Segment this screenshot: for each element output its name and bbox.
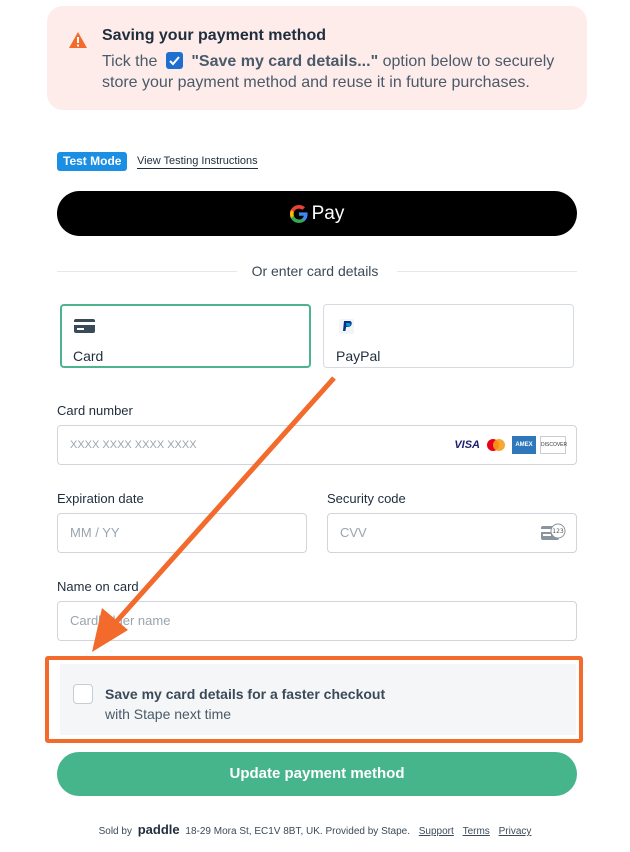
payment-method-paypal[interactable]: PayPal (323, 304, 574, 368)
footer-terms-link[interactable]: Terms (463, 826, 490, 837)
payment-method-card[interactable]: Card (60, 304, 311, 368)
expiration-placeholder: MM / YY (70, 525, 120, 540)
google-g-icon (289, 204, 308, 223)
divider-text: Or enter card details (0, 263, 630, 279)
footer-sold-by: Sold by (98, 826, 132, 837)
google-pay-button[interactable]: Pay (57, 191, 577, 236)
card-brand-logos: VISA AMEX DISCOVER (454, 436, 567, 454)
save-card-subtitle: with Stape next time (105, 706, 232, 722)
expiration-date-input[interactable]: MM / YY (57, 513, 307, 553)
payment-method-paypal-label: PayPal (336, 348, 381, 364)
google-pay-label: Pay (311, 202, 345, 224)
card-number-input[interactable]: XXXX XXXX XXXX XXXX VISA AMEX DISCOVER (57, 425, 577, 465)
amex-logo-icon: AMEX (512, 436, 536, 454)
discover-logo-icon: DISCOVER (540, 436, 567, 454)
mastercard-logo-icon (487, 439, 505, 451)
notice-title: Saving your payment method (102, 27, 327, 44)
checkbox-checked-icon (165, 52, 183, 69)
security-code-input[interactable]: CVV 123 (327, 513, 577, 553)
view-testing-instructions-link[interactable]: View Testing Instructions (137, 155, 258, 169)
footer: Sold by paddle 18-29 Mora St, EC1V 8BT, … (0, 822, 630, 837)
card-number-label: Card number (57, 403, 133, 418)
security-code-label: Security code (327, 491, 406, 506)
test-mode-badge: Test Mode (57, 152, 128, 171)
credit-card-icon (74, 319, 95, 333)
payment-method-card-label: Card (73, 348, 104, 364)
card-number-placeholder: XXXX XXXX XXXX XXXX (70, 439, 197, 451)
notice-prefix: Tick the (102, 53, 158, 70)
save-card-highlight: Save my card details for a faster checko… (45, 656, 583, 743)
save-payment-notice: Saving your payment method Tick the "Sav… (47, 6, 587, 110)
cvv-card-icon: 123 (541, 523, 566, 540)
save-card-title: Save my card details for a faster checko… (105, 686, 386, 702)
notice-line2: store your payment method and reuse it i… (102, 74, 530, 91)
divider-label: Or enter card details (241, 263, 389, 279)
footer-privacy-link[interactable]: Privacy (499, 826, 532, 837)
paddle-logo: paddle (137, 822, 180, 837)
svg-text:123: 123 (552, 528, 564, 535)
paypal-icon (339, 319, 354, 334)
name-on-card-label: Name on card (57, 579, 139, 594)
update-payment-method-button[interactable]: Update payment method (57, 752, 577, 796)
notice-body: Tick the "Save my card details..." optio… (102, 51, 563, 93)
name-on-card-placeholder: Cardholder name (70, 613, 171, 628)
name-on-card-input[interactable]: Cardholder name (57, 601, 577, 641)
expiration-date-label: Expiration date (57, 491, 144, 506)
save-card-option[interactable]: Save my card details for a faster checko… (60, 664, 576, 735)
save-card-checkbox[interactable] (73, 684, 93, 704)
notice-bold-option: "Save my card details..." (191, 53, 379, 70)
notice-suffix: option below to securely (382, 53, 555, 70)
footer-support-link[interactable]: Support (419, 826, 454, 837)
visa-logo-icon: VISA (454, 439, 480, 451)
warning-icon (69, 32, 87, 48)
security-code-placeholder: CVV (340, 525, 367, 540)
footer-address: 18-29 Mora St, EC1V 8BT, UK. Provided by… (185, 826, 410, 837)
